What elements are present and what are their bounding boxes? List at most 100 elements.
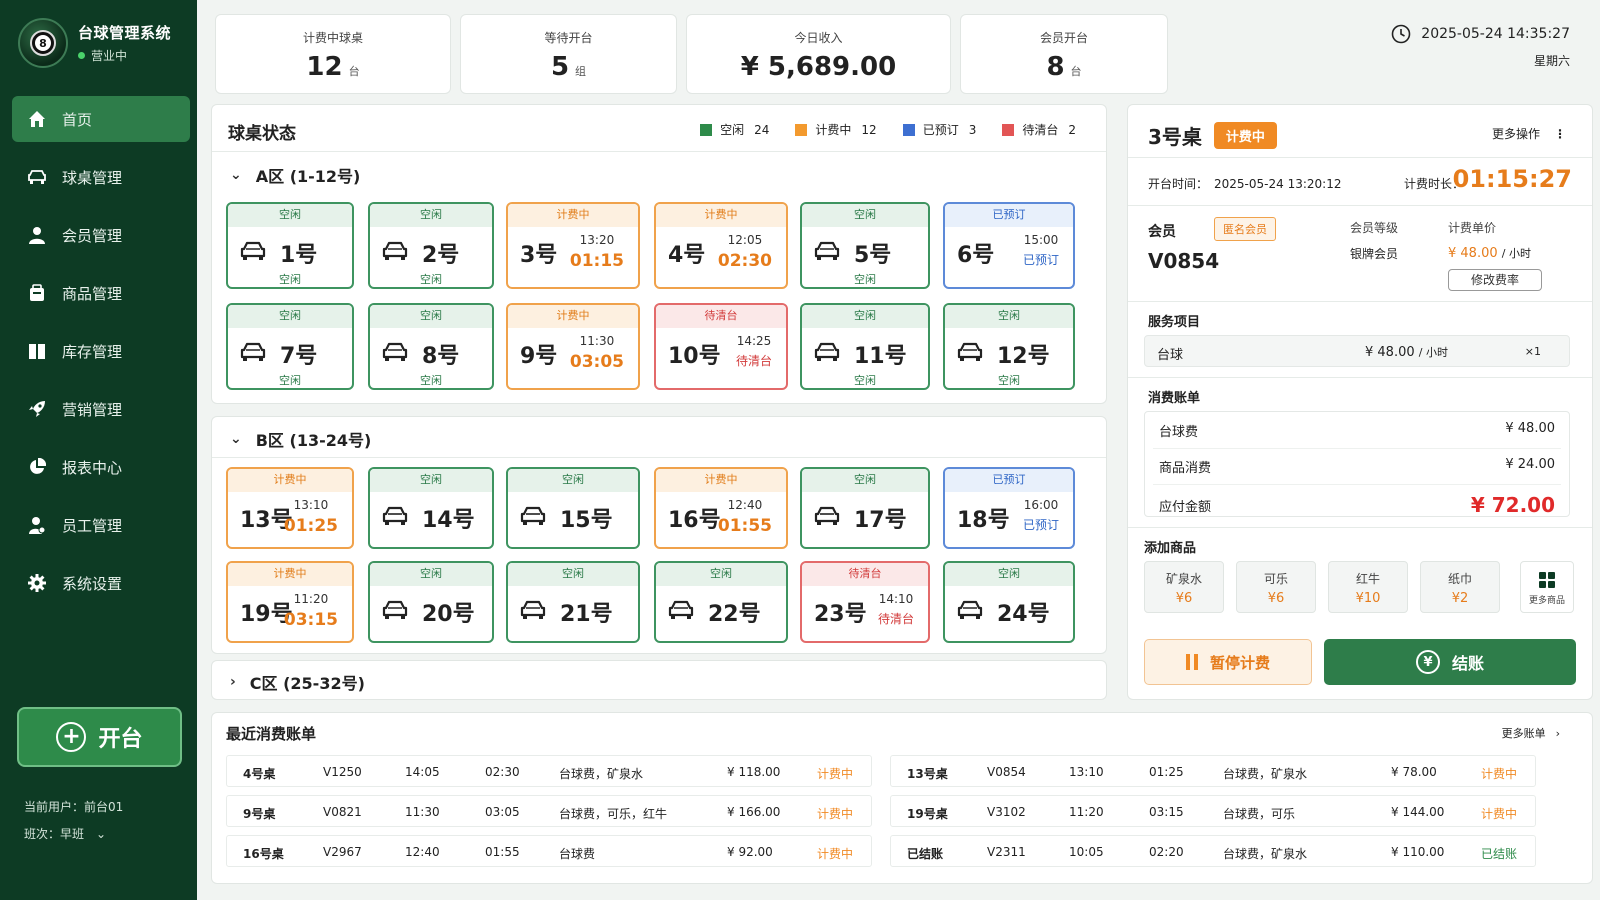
table-number: 1号 — [280, 243, 318, 268]
table-card[interactable]: 计费中 9号 11:30 03:05 — [506, 303, 640, 390]
table-card-status: 空闲 — [945, 563, 1073, 586]
table-card[interactable]: 空闲 12号 空闲 — [943, 303, 1075, 390]
bill-row[interactable]: 13号桌 V0854 13:10 01:25 台球费，矿泉水 ¥ 78.00 计费中 — [890, 755, 1536, 787]
bill-start: 11:20 — [1069, 805, 1104, 819]
bill-duration: 03:05 — [485, 805, 520, 819]
legend-billing-swatch — [795, 123, 808, 136]
bill-start: 13:10 — [1069, 765, 1104, 779]
shift-selector[interactable]: 班次：早班 ⌄ — [24, 825, 123, 842]
table-card[interactable]: 空闲 21号 — [506, 561, 640, 643]
bill-table: 已结账 — [907, 847, 944, 861]
table-card-footer: 空闲 — [854, 273, 876, 286]
bill-row[interactable]: 19号桌 V3102 11:20 03:15 台球费，可乐 ¥ 144.00 计费中 — [890, 795, 1536, 827]
bill-row[interactable]: 4号桌 V1250 14:05 02:30 台球费，矿泉水 ¥ 118.00 计费中 — [226, 755, 872, 787]
nav-item-members[interactable]: 会员管理 — [12, 212, 190, 258]
checkout-button[interactable]: ¥ 结账 — [1324, 639, 1576, 685]
nav-item-goods[interactable]: 商品管理 — [12, 270, 190, 316]
table-number: 4号 — [668, 243, 706, 268]
table-card[interactable]: 空闲 20号 — [368, 561, 494, 643]
current-datetime: 2025-05-24 14:35:27 — [1421, 26, 1570, 42]
nav-item-reports[interactable]: 报表中心 — [12, 444, 190, 490]
table-card-status: 空闲 — [370, 563, 492, 586]
goods-water[interactable]: 矿泉水 ¥6 — [1144, 561, 1224, 613]
table-time: 15:00 已预订 — [1022, 233, 1059, 267]
more-bills-link[interactable]: 更多账单 › — [1502, 725, 1560, 741]
area-c-header[interactable]: › C区 (25-32号) — [230, 670, 365, 694]
table-card[interactable]: 空闲 5号 空闲 — [800, 202, 930, 289]
grid-icon — [1539, 572, 1555, 588]
nav-item-inventory[interactable]: 库存管理 — [12, 328, 190, 374]
goods-redbull[interactable]: 红牛 ¥10 — [1328, 561, 1408, 613]
table-card[interactable]: 空闲 8号 空闲 — [368, 303, 494, 390]
table-number: 20号 — [422, 602, 475, 627]
table-number: 10号 — [668, 344, 721, 369]
area-b-header[interactable]: ⌄ B区 (13-24号) — [230, 427, 371, 451]
table-duration: 03:05 — [569, 352, 624, 372]
goods-tissue[interactable]: 纸巾 ¥2 — [1420, 561, 1500, 613]
table-duration: 01:55 — [717, 516, 772, 536]
level-label: 会员等级 — [1350, 221, 1399, 235]
chevron-down-icon: ⌄ — [96, 826, 107, 841]
table-number: 23号 — [814, 602, 867, 627]
table-card[interactable]: 待清台 10号 14:25 待清台 — [654, 303, 788, 390]
table-card[interactable]: 空闲 17号 — [800, 467, 930, 549]
table-number: 17号 — [854, 508, 907, 533]
table-card[interactable]: 空闲 22号 — [654, 561, 788, 643]
brand: 8 台球管理系统 营业中 — [18, 18, 171, 68]
change-rate-button[interactable]: 修改费率 — [1448, 269, 1542, 291]
table-card[interactable]: 已预订 6号 15:00 已预订 — [943, 202, 1075, 289]
table-card-status: 空闲 — [945, 305, 1073, 328]
table-card[interactable]: 空闲 2号 空闲 — [368, 202, 494, 289]
more-goods-button[interactable]: 更多商品 — [1520, 561, 1574, 613]
bill-table: 13号桌 — [907, 767, 948, 781]
table-card[interactable]: 计费中 16号 12:40 01:55 — [654, 467, 788, 549]
table-card[interactable]: 待清台 23号 14:10 待清台 — [800, 561, 930, 643]
table-card[interactable]: 空闲 7号 空闲 — [226, 303, 354, 390]
stat-member-tables: 会员开台 8台 — [960, 14, 1168, 94]
table-card[interactable]: 空闲 15号 — [506, 467, 640, 549]
sidebar: 8 台球管理系统 营业中 首页 球桌管理 会员管理 商品管理 库存管理 营销管理… — [0, 0, 197, 900]
table-card[interactable]: 计费中 4号 12:05 02:30 — [654, 202, 788, 289]
table-time: 12:40 01:55 — [717, 498, 772, 536]
bill-table: 16号桌 — [243, 847, 284, 861]
table-duration: 03:15 — [283, 610, 338, 630]
bill-row[interactable]: 9号桌 V0821 11:30 03:05 台球费，可乐，红牛 ¥ 166.00 计费中 — [226, 795, 872, 827]
table-card[interactable]: 空闲 11号 空闲 — [800, 303, 930, 390]
table-status-panel: 球桌状态 空闲 24 计费中 12 已预订 3 待清台 2 ⌄ A区 (1-12号) 空闲… — [211, 104, 1107, 404]
goods-icon — [26, 282, 48, 304]
table-card-status: 计费中 — [508, 204, 638, 227]
nav-item-settings[interactable]: 系统设置 — [12, 560, 190, 606]
table-card[interactable]: 计费中 3号 13:20 01:15 — [506, 202, 640, 289]
billiard-table-icon — [382, 506, 408, 530]
table-card-footer: 空闲 — [420, 273, 442, 286]
table-card-status: 已预订 — [945, 204, 1073, 227]
bill-row[interactable]: 16号桌 V2967 12:40 01:55 台球费 ¥ 92.00 计费中 — [226, 835, 872, 867]
bill-table: 9号桌 — [243, 807, 276, 821]
pause-billing-button[interactable]: 暂停计费 — [1144, 639, 1312, 685]
table-sub-status: 已预订 — [1022, 253, 1059, 267]
table-card[interactable]: 计费中 19号 11:20 03:15 — [226, 561, 354, 643]
nav-item-home[interactable]: 首页 — [12, 96, 190, 142]
table-number: 14号 — [422, 508, 475, 533]
bill-row[interactable]: 已结账 V2311 10:05 02:20 台球费，矿泉水 ¥ 110.00 已结账 — [890, 835, 1536, 867]
table-time: 13:10 01:25 — [283, 498, 338, 536]
billing-duration: 01:15:27 — [1452, 165, 1572, 193]
billiard-table-icon — [240, 241, 266, 265]
bill-items: 台球费，可乐，红牛 — [559, 807, 668, 821]
table-card[interactable]: 空闲 14号 — [368, 467, 494, 549]
nav-item-tables[interactable]: 球桌管理 — [12, 154, 190, 200]
more-actions-button[interactable]: 更多操作 ⋮ — [1492, 125, 1566, 142]
nav-item-staff[interactable]: 员工管理 — [12, 502, 190, 548]
table-card[interactable]: 计费中 13号 13:10 01:25 — [226, 467, 354, 549]
nav-item-marketing[interactable]: 营销管理 — [12, 386, 190, 432]
goods-cola[interactable]: 可乐 ¥6 — [1236, 561, 1316, 613]
bill-start: 10:05 — [1069, 845, 1104, 859]
table-card-status: 空闲 — [228, 204, 352, 227]
open-table-button[interactable]: + 开台 — [17, 707, 182, 767]
area-a-header[interactable]: ⌄ A区 (1-12号) — [230, 163, 360, 187]
table-number: 22号 — [708, 602, 761, 627]
table-card[interactable]: 空闲 24号 — [943, 561, 1075, 643]
table-card[interactable]: 已预订 18号 16:00 已预订 — [943, 467, 1075, 549]
billiard-table-icon — [382, 600, 408, 624]
table-card[interactable]: 空闲 1号 空闲 — [226, 202, 354, 289]
